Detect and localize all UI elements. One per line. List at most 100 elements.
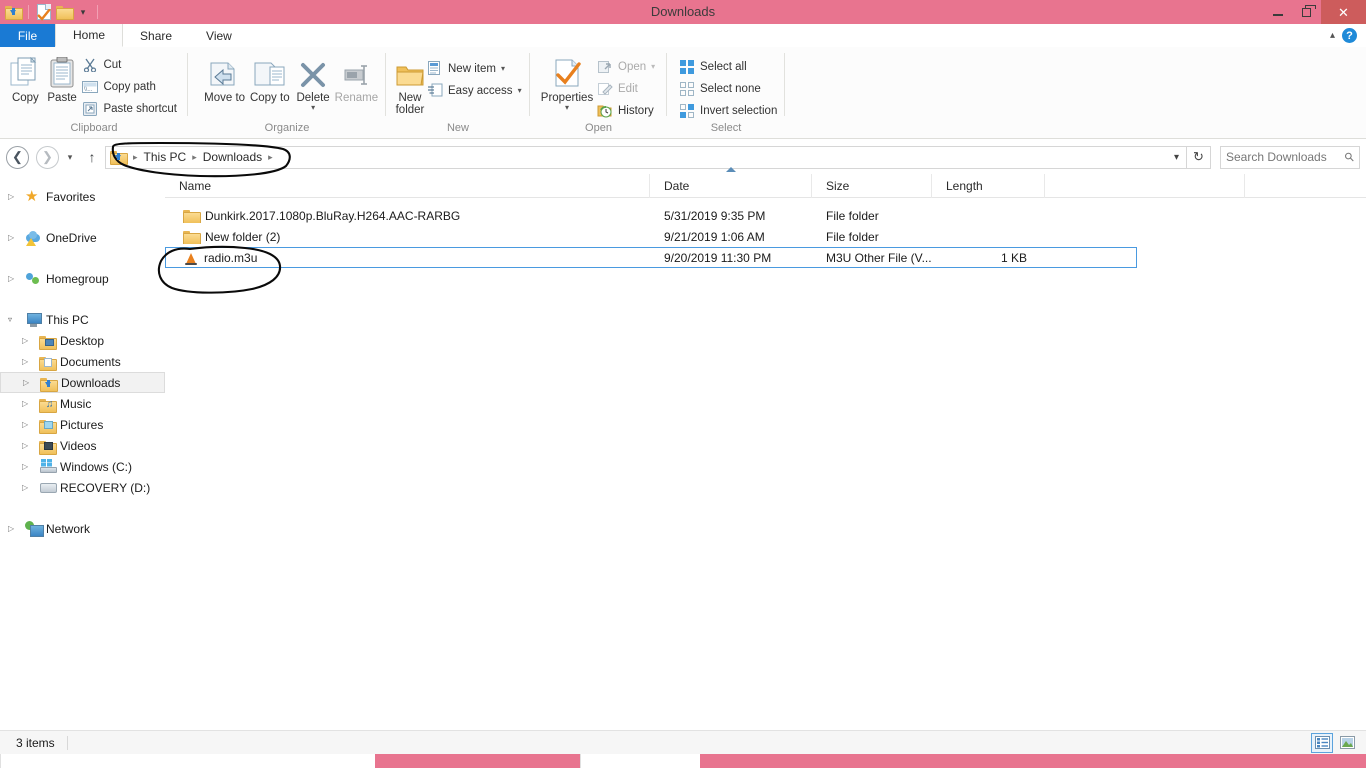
new-folder-button[interactable]: New folder xyxy=(395,52,425,116)
this-pc-icon xyxy=(25,312,42,328)
chevron-right-icon[interactable]: ▷ xyxy=(22,357,35,366)
tab-home[interactable]: Home xyxy=(55,24,124,47)
group-label-clipboard: Clipboard xyxy=(70,122,118,134)
sidebar-item-network[interactable]: ▷ Network xyxy=(0,518,165,539)
sidebar-item-pictures[interactable]: ▷ Pictures xyxy=(0,414,165,435)
chevron-down-icon[interactable]: ▿ xyxy=(8,315,21,324)
group-label-open: Open xyxy=(585,122,612,134)
details-view-button[interactable] xyxy=(1311,732,1333,753)
column-header-size[interactable]: Size xyxy=(812,173,932,198)
restore-button[interactable] xyxy=(1292,0,1321,24)
rename-button[interactable]: Rename xyxy=(334,52,379,104)
sidebar-item-onedrive[interactable]: ▷ OneDrive xyxy=(0,227,165,248)
new-item-dropdown-icon[interactable]: ▾ xyxy=(501,65,505,73)
open-dropdown-icon[interactable]: ▾ xyxy=(651,63,655,71)
tab-share[interactable]: Share xyxy=(123,24,190,47)
column-header-name[interactable]: Name xyxy=(165,173,650,198)
select-all-button[interactable]: Select all xyxy=(677,56,781,77)
table-row[interactable]: radio.m3u 9/20/2019 11:30 PM M3U Other F… xyxy=(165,247,1137,268)
navigation-pane[interactable]: ▷ ★ Favorites ▷ OneDrive ▷ Homegroup ▿ T… xyxy=(0,174,165,744)
tab-view[interactable]: View xyxy=(189,24,249,47)
refresh-button[interactable]: ↻ xyxy=(1187,145,1211,169)
large-icons-view-button[interactable] xyxy=(1336,733,1358,753)
table-row[interactable]: New folder (2) 9/21/2019 1:06 AM File fo… xyxy=(165,226,1366,247)
chevron-right-icon[interactable]: ▷ xyxy=(23,378,36,387)
breadcrumb-sep-1[interactable]: ▸ xyxy=(189,152,200,163)
copy-button[interactable]: Copy xyxy=(7,52,44,104)
copy-path-button[interactable]: \\... Copy path xyxy=(80,76,181,97)
qat-dropdown-icon[interactable]: ▾ xyxy=(75,3,91,21)
sidebar-item-documents[interactable]: ▷ Documents xyxy=(0,351,165,372)
chevron-right-icon[interactable]: ▷ xyxy=(22,483,35,492)
move-to-button[interactable]: Move to xyxy=(202,52,247,104)
taskbar-slot[interactable] xyxy=(0,754,375,768)
properties-button[interactable]: Properties ▾ xyxy=(539,52,595,112)
sidebar-item-videos[interactable]: ▷ Videos xyxy=(0,435,165,456)
new-item-button[interactable]: New item ▾ xyxy=(425,58,526,79)
sidebar-item-music[interactable]: ▷ ♫ Music xyxy=(0,393,165,414)
qat-properties-icon[interactable] xyxy=(35,3,53,21)
forward-button[interactable]: ❯ xyxy=(36,145,59,169)
sidebar-item-desktop[interactable]: ▷ Desktop xyxy=(0,330,165,351)
qat-downloads-folder-icon[interactable] xyxy=(4,3,23,21)
chevron-right-icon[interactable]: ▷ xyxy=(22,420,35,429)
table-row[interactable]: Dunkirk.2017.1080p.BluRay.H264.AAC-RARBG… xyxy=(165,205,1366,226)
chevron-right-icon[interactable]: ▷ xyxy=(8,274,21,283)
recent-locations-button[interactable]: ▾ xyxy=(59,152,81,163)
sidebar-item-recovery-d[interactable]: ▷ RECOVERY (D:) xyxy=(0,477,165,498)
sidebar-item-this-pc[interactable]: ▿ This PC xyxy=(0,309,165,330)
quick-access-toolbar[interactable]: ▾ xyxy=(0,0,102,24)
sidebar-item-downloads[interactable]: ▷ Downloads xyxy=(0,372,165,393)
paste-shortcut-button[interactable]: Paste shortcut xyxy=(80,98,181,119)
breadcrumb-sep-2[interactable]: ▸ xyxy=(265,152,276,163)
delete-button[interactable]: Delete ▾ xyxy=(292,52,333,112)
chevron-right-icon[interactable]: ▷ xyxy=(8,233,21,242)
properties-dropdown-icon[interactable]: ▾ xyxy=(565,104,569,112)
search-input[interactable]: Search Downloads xyxy=(1226,150,1341,164)
chevron-right-icon[interactable]: ▷ xyxy=(22,399,35,408)
minimize-button[interactable] xyxy=(1263,0,1292,24)
sidebar-item-favorites[interactable]: ▷ ★ Favorites xyxy=(0,186,165,207)
chevron-right-icon[interactable]: ▷ xyxy=(22,462,35,471)
invert-selection-button[interactable]: Invert selection xyxy=(677,100,781,121)
ribbon-group-open: Properties ▾ Open ▾ Edit History Open xyxy=(530,47,667,138)
chevron-right-icon[interactable]: ▷ xyxy=(22,336,35,345)
history-button[interactable]: History xyxy=(595,100,659,121)
taskbar-slot[interactable] xyxy=(580,754,700,768)
help-icon[interactable]: ? xyxy=(1342,28,1357,43)
chevron-right-icon[interactable]: ▷ xyxy=(8,192,21,201)
breadcrumb-downloads[interactable]: Downloads xyxy=(200,150,265,164)
search-box[interactable]: Search Downloads ⚲ xyxy=(1220,145,1360,169)
column-header-date[interactable]: Date xyxy=(650,166,812,198)
easy-access-dropdown-icon[interactable]: ▾ xyxy=(518,87,522,95)
sidebar-item-windows-c[interactable]: ▷ Windows (C:) xyxy=(0,456,165,477)
cut-button[interactable]: Cut xyxy=(80,54,181,75)
breadcrumb-this-pc[interactable]: This PC xyxy=(141,150,190,164)
file-name: New folder (2) xyxy=(205,229,281,244)
close-button[interactable]: ✕ xyxy=(1321,0,1366,24)
paste-button[interactable]: Paste xyxy=(44,52,81,104)
sidebar-gap-4 xyxy=(0,498,165,518)
file-type: File folder xyxy=(826,208,879,223)
column-header-extra[interactable] xyxy=(1045,173,1245,198)
back-button[interactable]: ❮ xyxy=(6,145,29,169)
up-button[interactable]: ↑ xyxy=(81,149,103,165)
chevron-up-icon[interactable]: ▴ xyxy=(1330,30,1335,41)
breadcrumb[interactable]: ▸ This PC ▸ Downloads ▸ ▾ xyxy=(105,145,1187,169)
chevron-right-icon[interactable]: ▷ xyxy=(8,524,21,533)
select-none-button[interactable]: Select none xyxy=(677,78,781,99)
tab-file[interactable]: File xyxy=(0,24,55,47)
delete-dropdown-icon[interactable]: ▾ xyxy=(311,104,315,112)
breadcrumb-dropdown-icon[interactable]: ▾ xyxy=(1174,152,1182,163)
chevron-right-icon[interactable]: ▷ xyxy=(22,441,35,450)
easy-access-button[interactable]: Easy access ▾ xyxy=(425,80,526,101)
copy-to-button[interactable]: Copy to xyxy=(247,52,292,104)
sort-ascending-icon xyxy=(725,166,736,172)
qat-new-folder-icon[interactable] xyxy=(55,3,74,21)
sidebar-label-videos: Videos xyxy=(60,438,97,453)
window-title: Downloads xyxy=(650,4,716,19)
sidebar-item-homegroup[interactable]: ▷ Homegroup xyxy=(0,268,165,289)
open-button[interactable]: Open ▾ xyxy=(595,56,659,77)
column-header-length[interactable]: Length xyxy=(932,173,1045,198)
edit-button[interactable]: Edit xyxy=(595,78,659,99)
